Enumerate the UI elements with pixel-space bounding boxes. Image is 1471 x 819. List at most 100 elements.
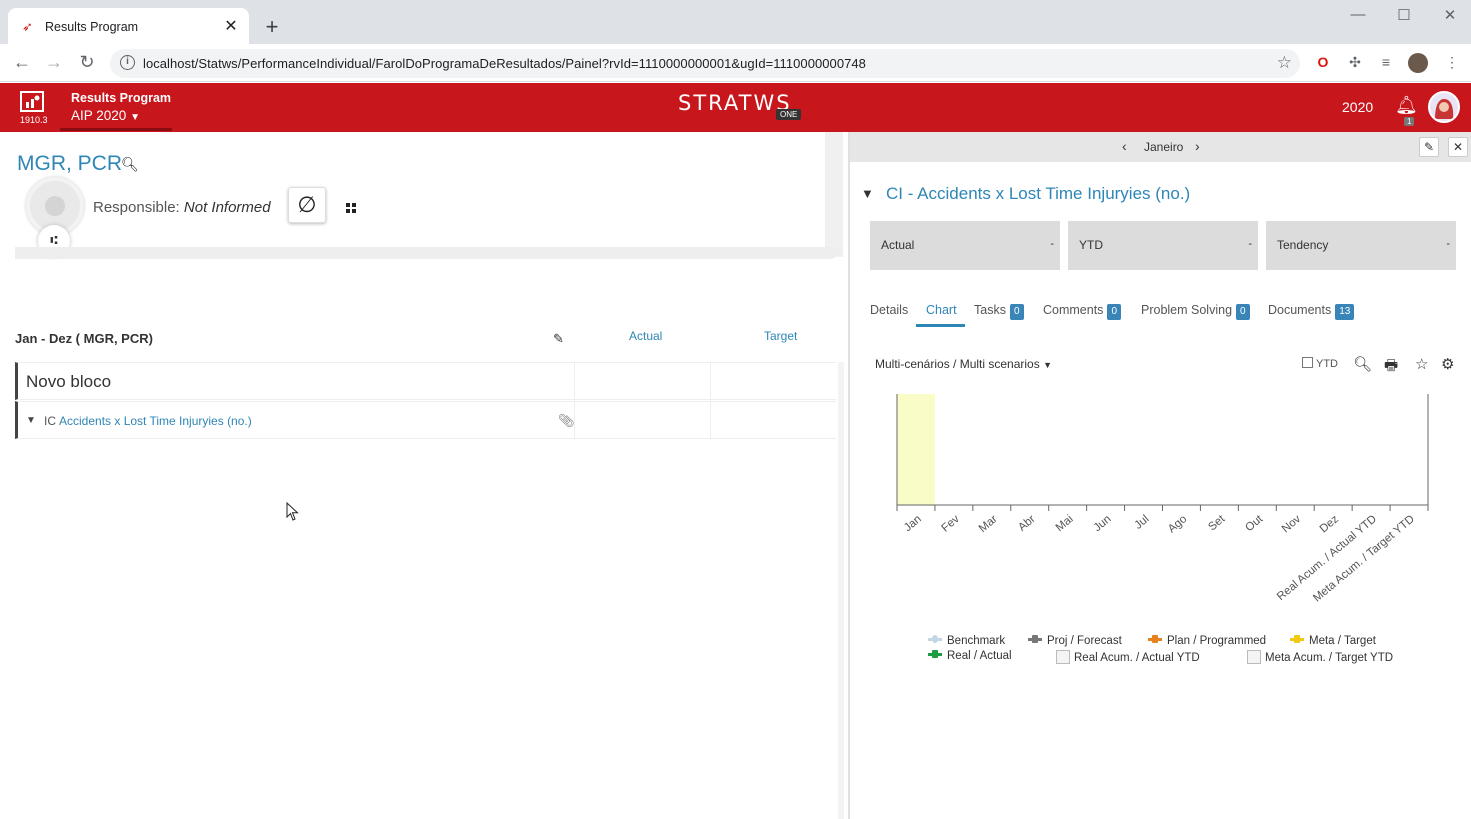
checkbox-box[interactable] xyxy=(1302,357,1313,368)
left-panel-edge xyxy=(825,132,843,257)
gear-icon[interactable]: ⚙ xyxy=(1441,355,1454,373)
profile-avatar[interactable] xyxy=(1408,53,1428,73)
star-icon[interactable]: ☆ xyxy=(1415,355,1428,373)
scenario-selected-text: Multi-cenários / Multi scenarios xyxy=(875,357,1040,371)
x-tick-label: Jul xyxy=(1132,513,1151,532)
period-label: Jan - Dez ( MGR, PCR) xyxy=(15,331,153,346)
collapse-triangle-icon[interactable]: ▼ xyxy=(861,186,874,201)
dashboard-logo-icon[interactable] xyxy=(19,91,47,115)
block-row[interactable]: Novo bloco xyxy=(15,362,836,400)
opera-extension-icon[interactable]: O xyxy=(1314,54,1332,72)
tab-label: Chart xyxy=(926,303,957,317)
print-icon[interactable]: 🖶 xyxy=(1384,355,1398,380)
legend-item[interactable]: Proj / Forecast xyxy=(1028,635,1122,647)
browser-tab[interactable]: ➶ Results Program ✕ xyxy=(8,8,249,44)
tab-label: Problem Solving xyxy=(1141,303,1233,317)
url-text[interactable]: localhost/Statws/PerformanceIndividual/F… xyxy=(143,56,866,71)
chevron-left-icon[interactable]: ‹ xyxy=(1122,138,1127,154)
reload-icon[interactable]: ↻ xyxy=(75,52,99,73)
legend-item[interactable]: Plan / Programmed xyxy=(1148,635,1266,647)
x-tick-label: Set xyxy=(1206,513,1228,534)
tab-count-badge: 13 xyxy=(1335,304,1355,320)
close-tab-icon[interactable]: ✕ xyxy=(221,16,241,36)
legend-item[interactable]: Real / Actual xyxy=(928,650,1012,662)
kpi-label: Actual xyxy=(881,238,915,252)
block-actual-cell xyxy=(574,363,710,400)
tab-label: Comments xyxy=(1043,303,1104,317)
indicator-row[interactable]: ▼ IC Accidents x Lost Time Injuryies (no… xyxy=(15,401,836,439)
legend-swatch xyxy=(1290,635,1304,643)
close-panel-button[interactable]: ✕ xyxy=(1448,137,1468,157)
scenario-dropdown[interactable]: Multi-cenários / Multi scenarios ▼ xyxy=(875,357,1052,371)
new-tab-button[interactable]: + xyxy=(258,14,286,42)
legend-swatch xyxy=(1056,650,1070,664)
zoom-icon[interactable]: 🔍︎ xyxy=(1353,355,1372,373)
grid-view-icon[interactable] xyxy=(346,203,357,214)
address-bar[interactable]: i localhost/Statws/PerformanceIndividual… xyxy=(110,49,1300,78)
edit-pencil-button[interactable]: ✎ xyxy=(1419,137,1439,157)
ytd-checkbox[interactable]: YTD xyxy=(1302,357,1338,370)
legend-item[interactable]: Benchmark xyxy=(928,635,1005,647)
kpi-actual: Actual - xyxy=(870,221,1060,270)
bell-icon[interactable]: 🔔︎ xyxy=(1395,95,1418,116)
browser-menu-icon[interactable]: ⋮ xyxy=(1443,54,1461,72)
indicator-prefix: IC xyxy=(44,414,56,428)
search-icon[interactable]: 🔍︎ xyxy=(121,156,139,173)
tab-comments[interactable]: Comments 0 xyxy=(1043,303,1121,320)
legend-item[interactable]: Meta Acum. / Target YTD xyxy=(1247,650,1393,664)
user-avatar[interactable] xyxy=(1428,91,1460,123)
column-header-actual: Actual xyxy=(629,329,663,343)
indicator-actual-cell xyxy=(574,402,710,439)
brand-logo[interactable]: STRATWS xyxy=(678,91,792,115)
media-control-icon[interactable]: ≡ xyxy=(1377,54,1395,72)
active-tab-indicator xyxy=(916,324,965,327)
legend-marker xyxy=(932,650,938,658)
close-window-icon[interactable]: ✕ xyxy=(1440,6,1460,24)
browser-tabstrip: ➶ Results Program ✕ + — ☐ ✕ xyxy=(0,0,1471,44)
left-scrollbar[interactable] xyxy=(838,362,844,819)
legend-swatch xyxy=(928,650,942,658)
mouse-cursor-icon xyxy=(286,502,299,521)
maximize-icon[interactable]: ☐ xyxy=(1394,6,1414,24)
responsible-label: Responsible: xyxy=(93,199,180,216)
tab-label: Documents xyxy=(1268,303,1332,317)
chart-legend: Benchmark Proj / Forecast Plan / Programme… xyxy=(850,635,1471,675)
indicator-link[interactable]: Accidents x Lost Time Injuryies (no.) xyxy=(59,414,252,428)
legend-label: Meta Acum. / Target YTD xyxy=(1265,652,1394,664)
program-selector[interactable]: AIP 2020 ▼ xyxy=(71,108,140,123)
block-label: Novo bloco xyxy=(26,372,112,391)
empty-set-button[interactable]: ∅ xyxy=(288,187,326,223)
tab-chart[interactable]: Chart xyxy=(926,303,957,317)
puzzle-extensions-icon[interactable]: ✣ xyxy=(1346,54,1364,72)
indicator-title[interactable]: CI - Accidents x Lost Time Injuryies (no… xyxy=(886,184,1190,204)
paperclip-icon[interactable]: 📎︎ xyxy=(558,413,575,429)
tab-tasks[interactable]: Tasks 0 xyxy=(974,303,1024,320)
responsible-text: Responsible: Not Informed xyxy=(93,199,271,216)
x-tick-label: Mai xyxy=(1054,513,1076,534)
site-info-icon[interactable]: i xyxy=(120,55,135,70)
tab-count-badge: 0 xyxy=(1107,304,1121,320)
x-tick-label: Mar xyxy=(977,513,1000,535)
tab-details[interactable]: Details xyxy=(870,303,908,317)
x-tick-label: Fev xyxy=(939,513,962,535)
legend-label: Real / Actual xyxy=(947,650,1012,662)
section-divider xyxy=(15,247,841,259)
chart-background-group xyxy=(897,394,935,505)
expand-triangle-icon[interactable]: ▼ xyxy=(26,415,36,426)
tab-label: Tasks xyxy=(974,303,1006,317)
kpi-value: - xyxy=(1446,238,1450,250)
tab-documents[interactable]: Documents 13 xyxy=(1268,303,1355,320)
chevron-right-icon[interactable]: › xyxy=(1195,138,1200,154)
tab-problem-solving[interactable]: Problem Solving 0 xyxy=(1141,303,1250,320)
minimize-icon[interactable]: — xyxy=(1348,6,1368,23)
legend-item[interactable]: Real Acum. / Actual YTD xyxy=(1056,650,1200,664)
legend-marker xyxy=(932,635,938,643)
legend-item[interactable]: Meta / Target xyxy=(1290,635,1376,647)
page-title[interactable]: MGR, PCR xyxy=(17,152,122,176)
pencil-icon[interactable]: ✎ xyxy=(553,331,564,347)
program-selector-underline xyxy=(60,128,172,131)
bookmark-star-icon[interactable]: ☆ xyxy=(1277,53,1292,73)
forward-icon[interactable]: → xyxy=(42,52,66,73)
year-selector[interactable]: 2020 xyxy=(1342,99,1373,115)
back-icon[interactable]: ← xyxy=(10,52,34,73)
